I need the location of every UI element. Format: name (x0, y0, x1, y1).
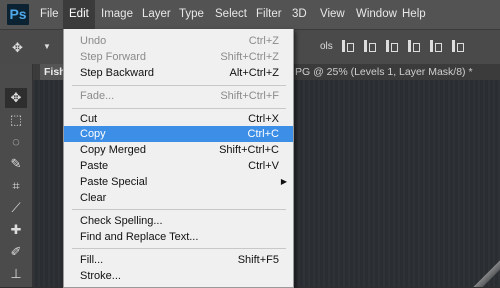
menu-item-copy[interactable]: Copy Ctrl+C (64, 126, 293, 142)
align-vertical-center-icon[interactable] (362, 39, 376, 53)
menu-type[interactable]: Type (173, 0, 210, 29)
menu-item-copy-merged[interactable]: Copy Merged Shift+Ctrl+C (64, 142, 293, 158)
submenu-arrow-icon: ▶ (280, 177, 287, 186)
menu-item-paste-special[interactable]: Paste Special ▶ (64, 174, 293, 190)
align-horizontal-center-icon[interactable] (428, 39, 442, 53)
align-top-icon[interactable] (340, 39, 354, 53)
move-tool-icon[interactable]: ✥ (5, 88, 27, 108)
tools-panel: ✥ ⬚ ◌ ✎ ⌗ ⟋ ✚ ✐ ⊥ (0, 64, 33, 287)
canvas-image-edge (470, 257, 500, 287)
menu-item-stroke[interactable]: Stroke... (64, 268, 293, 284)
eyedropper-tool-icon[interactable]: ⟋ (5, 198, 27, 218)
menu-3d[interactable]: 3D (286, 0, 313, 29)
menu-edit[interactable]: Edit (63, 0, 95, 29)
menu-image[interactable]: Image (95, 0, 139, 29)
lasso-tool-icon[interactable]: ◌ (5, 132, 27, 152)
align-bottom-icon[interactable] (384, 39, 398, 53)
align-controls (340, 39, 464, 53)
photoshop-logo: Ps (7, 4, 29, 25)
menu-item-undo[interactable]: Undo Ctrl+Z (64, 33, 293, 49)
menu-separator (72, 209, 286, 210)
menu-file[interactable]: File (34, 0, 65, 29)
menu-item-fade[interactable]: Fade... Shift+Ctrl+F (64, 88, 293, 104)
menu-item-cut[interactable]: Cut Ctrl+X (64, 111, 293, 127)
menu-item-check-spelling[interactable]: Check Spelling... (64, 213, 293, 229)
healing-brush-tool-icon[interactable]: ✚ (5, 220, 27, 240)
active-document-tab[interactable]: PG @ 25% (Levels 1, Layer Mask/8) * (295, 64, 473, 80)
menu-separator (72, 248, 286, 249)
align-right-icon[interactable] (450, 39, 464, 53)
move-tool-preset-icon[interactable]: ✥ (12, 40, 23, 56)
menu-item-fill[interactable]: Fill... Shift+F5 (64, 252, 293, 268)
menu-separator (72, 108, 286, 109)
menu-help[interactable]: Help (396, 0, 432, 29)
menu-separator (72, 85, 286, 86)
edit-menu-dropdown: Undo Ctrl+Z Step Forward Shift+Ctrl+Z St… (63, 29, 294, 288)
options-truncated-label: ols (320, 41, 333, 52)
menu-layer[interactable]: Layer (136, 0, 177, 29)
menu-item-step-backward[interactable]: Step Backward Alt+Ctrl+Z (64, 65, 293, 81)
menu-window[interactable]: Window (350, 0, 403, 29)
menu-item-find-replace-text[interactable]: Find and Replace Text... (64, 229, 293, 245)
align-left-icon[interactable] (406, 39, 420, 53)
brush-tool-icon[interactable]: ✐ (5, 242, 27, 262)
menu-bar: Ps File Edit Image Layer Type Select Fil… (0, 0, 500, 29)
menu-view[interactable]: View (314, 0, 351, 29)
crop-tool-icon[interactable]: ⌗ (5, 176, 27, 196)
chevron-down-icon[interactable]: ▼ (43, 42, 51, 51)
menu-item-step-forward[interactable]: Step Forward Shift+Ctrl+Z (64, 49, 293, 65)
quick-selection-tool-icon[interactable]: ✎ (5, 154, 27, 174)
marquee-tool-icon[interactable]: ⬚ (5, 110, 27, 130)
menu-item-paste[interactable]: Paste Ctrl+V (64, 158, 293, 174)
menu-select[interactable]: Select (209, 0, 253, 29)
menu-item-clear[interactable]: Clear (64, 190, 293, 206)
menu-filter[interactable]: Filter (250, 0, 288, 29)
clone-stamp-tool-icon[interactable]: ⊥ (5, 264, 27, 284)
